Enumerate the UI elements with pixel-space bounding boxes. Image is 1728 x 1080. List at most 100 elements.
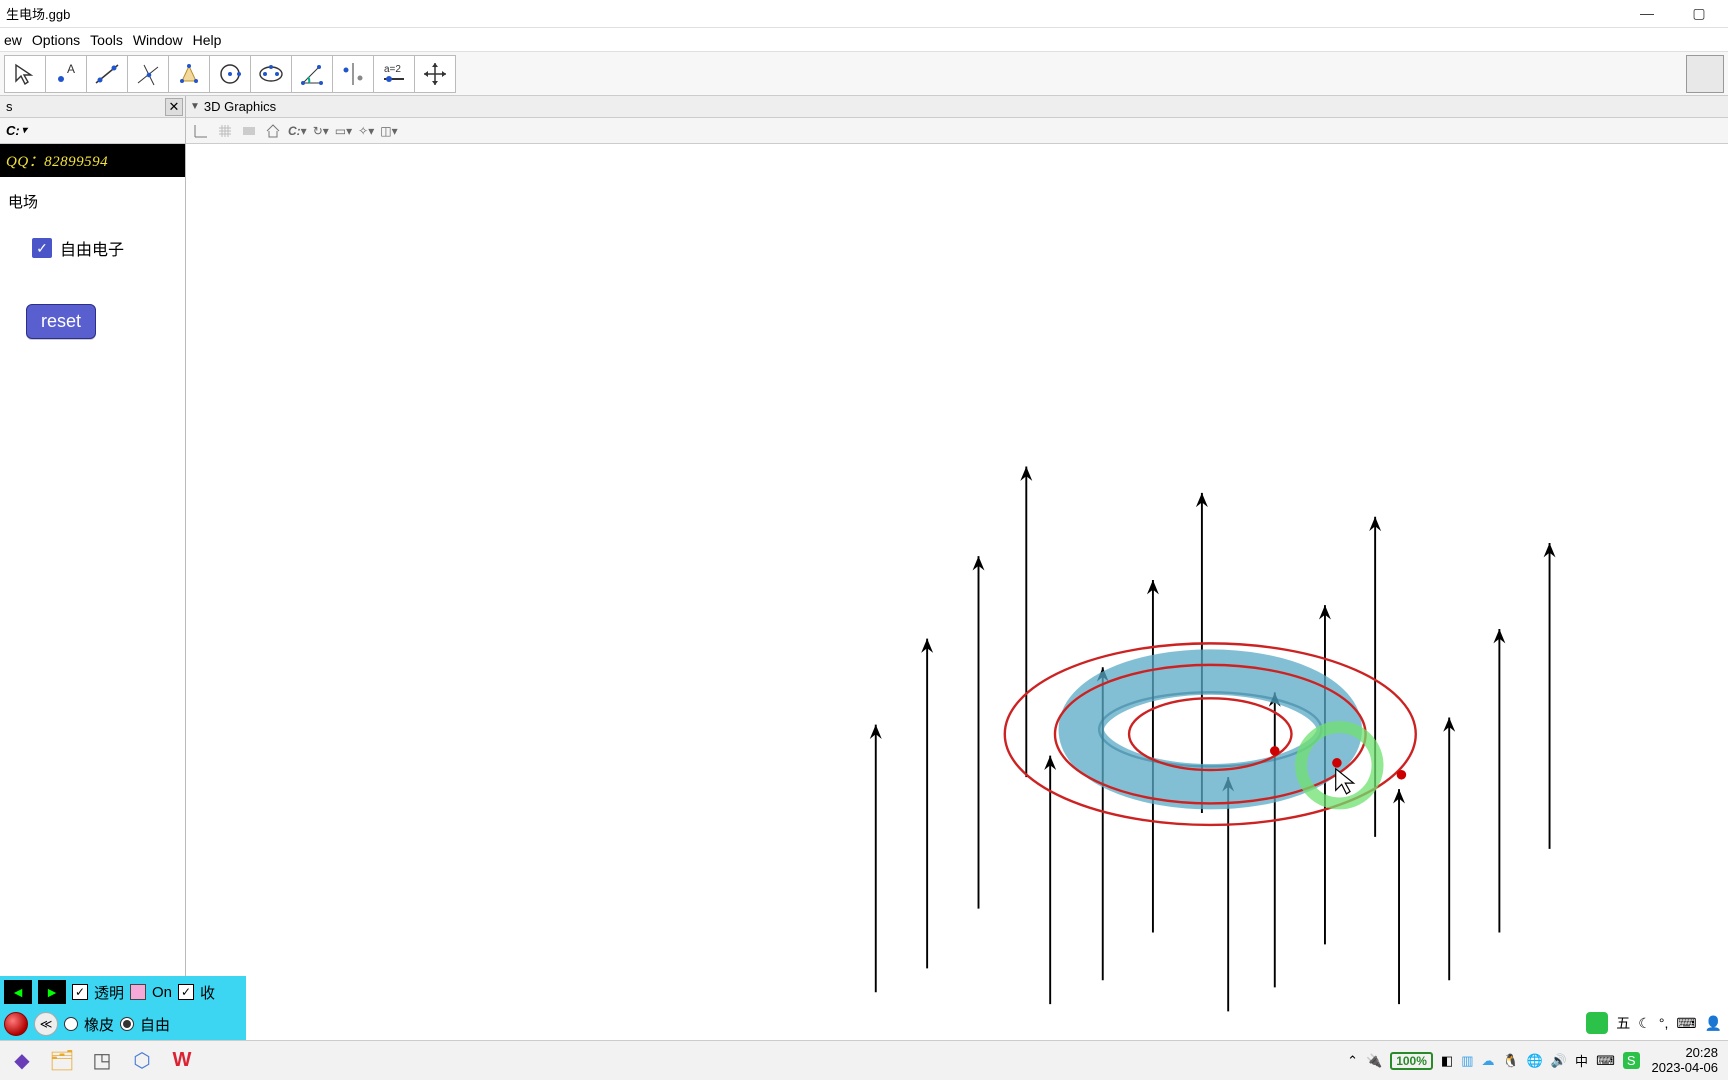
tray-icon-s[interactable]: S <box>1623 1052 1640 1069</box>
3d-graphics-panel: ▼ 3D Graphics C:▾ ↻▾ ▭▾ ✧▾ ◫▾ <box>186 96 1728 1040</box>
taskbar-clock[interactable]: 20:28 2023-04-06 <box>1648 1046 1723 1075</box>
sidebar-close-button[interactable]: ✕ <box>165 98 183 116</box>
record-button[interactable] <box>4 1012 28 1036</box>
system-tray: ◧ ▥ ☁ 🐧 🌐 🔊 中 ⌨ S <box>1441 1051 1640 1070</box>
tray-icon-keyboard[interactable]: ⌨ <box>1596 1053 1615 1069</box>
screen-recorder-toolbar[interactable]: ◄ ► ✓ 透明 On ✓ 收 ≪ 橡皮 自由 <box>0 976 246 1040</box>
menu-view[interactable]: ew <box>4 32 22 48</box>
ime-wu-label[interactable]: 五 <box>1616 1013 1630 1033</box>
tray-icon-net[interactable]: 🌐 <box>1527 1053 1543 1069</box>
tool-reflect[interactable] <box>332 55 374 93</box>
author-qq-strip: QQ：82899594 <box>0 144 185 177</box>
home-button[interactable] <box>264 122 282 140</box>
ime-s-icon[interactable] <box>1586 1012 1608 1034</box>
sidebar-mini-toolbar: C: ▾ <box>0 118 185 144</box>
collapse-checkbox[interactable]: ✓ <box>178 984 194 1000</box>
geogebra-classic-icon[interactable]: ◳ <box>88 1047 116 1075</box>
eraser-radio[interactable] <box>64 1017 78 1031</box>
title-bar: 生电场.ggb — ▢ <box>0 0 1728 28</box>
power-plug-icon[interactable]: 🔌 <box>1366 1053 1382 1069</box>
window-controls: — ▢ <box>1630 5 1724 22</box>
clock-date: 2023-04-06 <box>1652 1061 1719 1075</box>
clock-time: 20:28 <box>1652 1046 1719 1060</box>
sidebar-panel: s ✕ C: ▾ QQ：82899594 电场 ✓ 自由电子 reset <box>0 96 186 1040</box>
projection-dropdown[interactable]: ✧▾ <box>358 124 374 138</box>
c-dropdown[interactable]: C:▾ <box>288 124 307 138</box>
dropdown-icon: ▾ <box>20 125 27 136</box>
transparent-label: 透明 <box>94 982 124 1003</box>
file-explorer-icon[interactable]: 🗂 <box>48 1047 76 1075</box>
ime-indicator-strip: 五 ☾ °, ⌨ 👤 <box>1582 1010 1726 1036</box>
menu-window[interactable]: Window <box>133 32 183 48</box>
on-label: On <box>152 984 172 1001</box>
menu-tools[interactable]: Tools <box>90 32 123 48</box>
tool-move[interactable] <box>4 55 46 93</box>
degree-icon[interactable]: °, <box>1659 1015 1669 1031</box>
eraser-label: 橡皮 <box>84 1014 114 1035</box>
checkmark-icon: ✓ <box>32 238 52 258</box>
next-frame-button[interactable]: ► <box>38 980 66 1004</box>
wps-icon[interactable]: W <box>168 1047 196 1075</box>
menu-help[interactable]: Help <box>193 32 222 48</box>
person-icon[interactable]: 👤 <box>1705 1015 1722 1032</box>
tray-chevron-icon[interactable]: ⌃ <box>1347 1053 1358 1069</box>
tool-polygon[interactable] <box>168 55 210 93</box>
axes-toggle[interactable] <box>192 122 210 140</box>
field-title-label: 电场 <box>8 191 177 212</box>
sidebar-c-dropdown[interactable]: C: ▾ <box>6 123 27 138</box>
tool-text-slider[interactable]: a=2 <box>373 55 415 93</box>
sidebar-title: s <box>6 99 13 114</box>
battery-indicator[interactable]: 100% <box>1390 1052 1433 1070</box>
tray-icon-volume[interactable]: 🔊 <box>1551 1053 1567 1069</box>
tool-perpendicular[interactable] <box>127 55 169 93</box>
scene-svg <box>186 144 1728 1040</box>
tool-line[interactable] <box>86 55 128 93</box>
svg-text:a=2: a=2 <box>384 64 401 75</box>
tool-ellipse[interactable] <box>250 55 292 93</box>
view-box-dropdown[interactable]: ◫▾ <box>380 124 397 138</box>
tool-move-view[interactable] <box>414 55 456 93</box>
on-color-swatch[interactable] <box>130 984 146 1000</box>
qq-label: QQ：82899594 <box>6 154 108 170</box>
windows-taskbar: ◆ 🗂 ◳ ⬡ W ⌃ 🔌 100% ◧ ▥ ☁ 🐧 🌐 🔊 中 ⌨ S 20:… <box>0 1040 1728 1080</box>
free-label: 自由 <box>140 1014 170 1035</box>
tray-icon-ime[interactable]: 中 <box>1575 1051 1588 1070</box>
prev-frame-button[interactable]: ◄ <box>4 980 32 1004</box>
3d-panel-header: ▼ 3D Graphics <box>186 96 1728 118</box>
transparent-checkbox[interactable]: ✓ <box>72 984 88 1000</box>
3d-canvas[interactable]: 五 ☾ °, ⌨ 👤 <box>186 144 1728 1040</box>
tool-angle[interactable] <box>291 55 333 93</box>
sidebar-c-label: C: <box>6 123 20 138</box>
tray-icon-cloud[interactable]: ☁ <box>1481 1053 1494 1069</box>
window-title: 生电场.ggb <box>4 4 70 23</box>
toolbar-help-slot[interactable] <box>1686 55 1724 93</box>
geogebra-5-icon[interactable]: ⬡ <box>128 1047 156 1075</box>
tool-point[interactable]: A <box>45 55 87 93</box>
rewind-button[interactable]: ≪ <box>34 1012 58 1036</box>
3d-view-toolbar: C:▾ ↻▾ ▭▾ ✧▾ ◫▾ <box>186 118 1728 144</box>
svg-text:A: A <box>67 62 75 76</box>
tray-icon-2[interactable]: ▥ <box>1461 1053 1473 1069</box>
free-electron-checkbox[interactable]: ✓ 自由电子 <box>32 236 177 260</box>
3d-panel-title: 3D Graphics <box>204 99 276 114</box>
minimize-button[interactable]: — <box>1630 5 1664 22</box>
main-toolbar: A a=2 <box>0 52 1728 96</box>
collapse-label: 收 <box>200 982 215 1003</box>
sidebar-header: s ✕ <box>0 96 185 118</box>
tool-circle[interactable] <box>209 55 251 93</box>
collapse-icon[interactable]: ▼ <box>190 101 200 112</box>
tray-icon-qq[interactable]: 🐧 <box>1502 1053 1518 1069</box>
moon-icon[interactable]: ☾ <box>1638 1015 1651 1032</box>
grid-toggle[interactable] <box>216 122 234 140</box>
tray-icon-1[interactable]: ◧ <box>1441 1053 1453 1069</box>
clipping-dropdown[interactable]: ▭▾ <box>335 124 352 138</box>
rotate-dropdown[interactable]: ↻▾ <box>313 124 329 138</box>
menu-bar: ew Options Tools Window Help <box>0 28 1728 52</box>
start-button[interactable]: ◆ <box>8 1047 36 1075</box>
free-radio[interactable] <box>120 1017 134 1031</box>
plane-toggle[interactable] <box>240 122 258 140</box>
keyboard-icon[interactable]: ⌨ <box>1676 1015 1696 1032</box>
menu-options[interactable]: Options <box>32 32 80 48</box>
reset-button[interactable]: reset <box>26 304 96 339</box>
maximize-button[interactable]: ▢ <box>1682 5 1716 22</box>
